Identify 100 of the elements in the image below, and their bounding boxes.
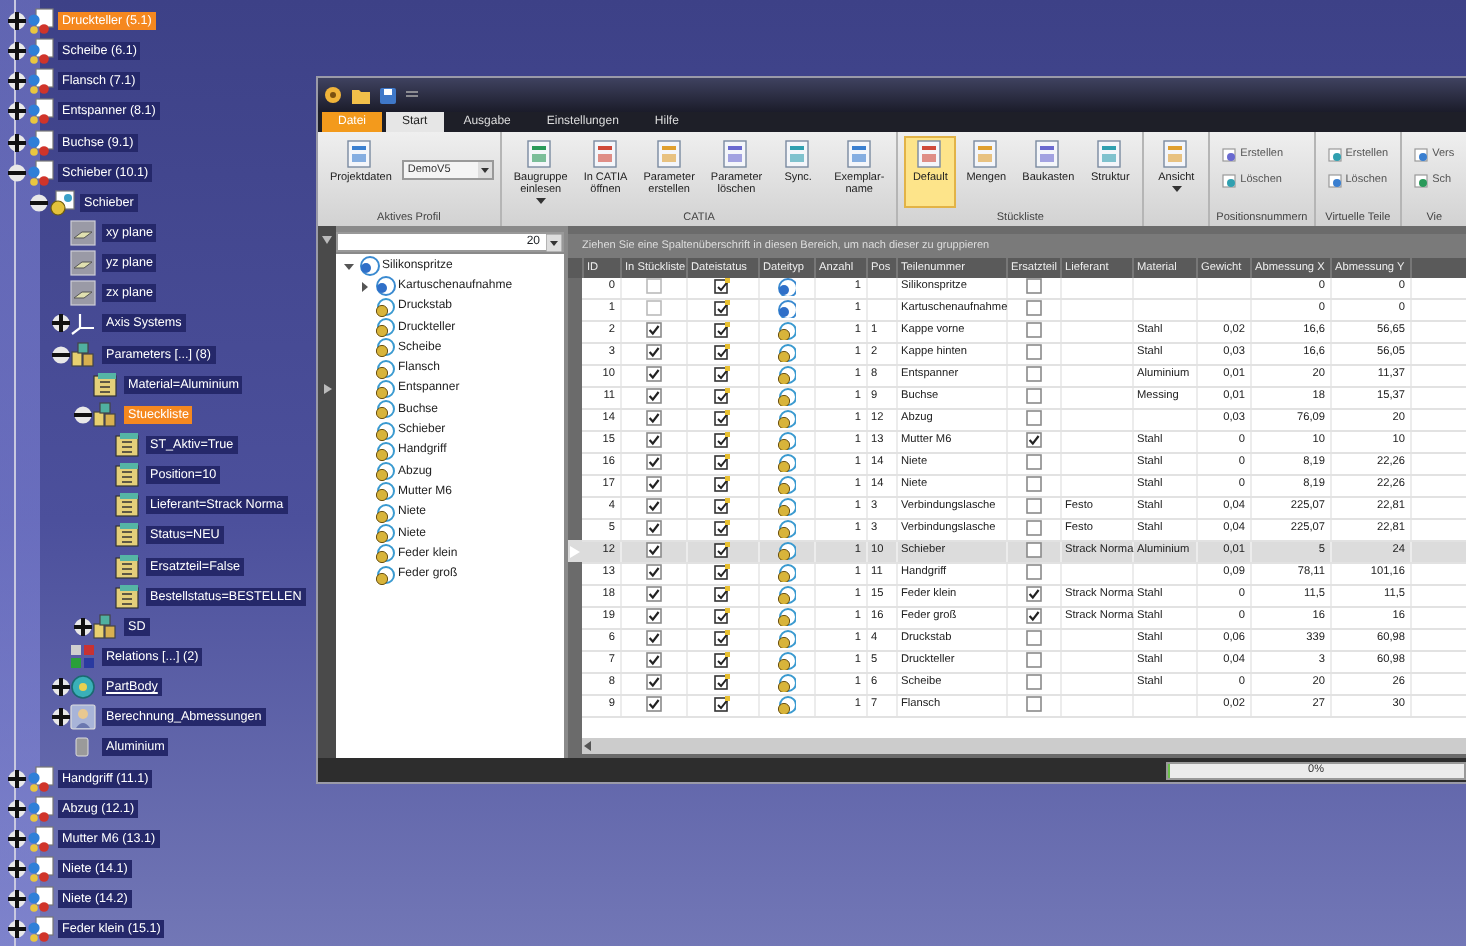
file-status-icon	[714, 432, 730, 449]
checkbox[interactable]	[645, 454, 661, 471]
part-icon	[776, 563, 796, 582]
document-icon	[655, 140, 684, 170]
document-icon	[784, 140, 813, 170]
scroll-left-icon[interactable]	[582, 739, 594, 752]
file-status-icon	[714, 586, 730, 603]
checkbox[interactable]	[1025, 278, 1041, 295]
collapse-icon[interactable]	[7, 163, 25, 182]
checkbox[interactable]	[645, 673, 661, 690]
collapse-icon[interactable]	[29, 193, 47, 212]
expand-icon[interactable]	[73, 617, 91, 636]
checkbox[interactable]	[645, 542, 661, 559]
document-icon	[845, 140, 874, 170]
expand-icon[interactable]	[51, 678, 69, 697]
checkbox[interactable]	[645, 476, 661, 493]
checkbox[interactable]	[1025, 564, 1041, 581]
parameter-icon	[114, 432, 142, 459]
checkbox[interactable]	[1025, 476, 1041, 493]
parameter-icon	[92, 371, 120, 398]
checkbox[interactable]	[645, 651, 661, 668]
checkbox[interactable]	[645, 344, 661, 361]
expand-icon[interactable]	[7, 799, 25, 818]
document-icon	[1096, 140, 1125, 170]
checkbox[interactable]	[1025, 498, 1041, 515]
expand-icon[interactable]	[7, 72, 25, 91]
part-icon	[776, 453, 796, 472]
checkbox[interactable]	[1025, 322, 1041, 339]
checkbox[interactable]	[1025, 300, 1041, 317]
part-icon	[776, 673, 796, 692]
dropdown-arrow-icon[interactable]	[477, 162, 492, 178]
part-icon	[776, 651, 796, 670]
checkbox[interactable]	[1025, 388, 1041, 405]
checkbox[interactable]	[1025, 344, 1041, 361]
checkbox[interactable]	[645, 564, 661, 581]
checkbox[interactable]	[1025, 695, 1041, 712]
assembly-icon	[26, 8, 54, 35]
checkbox[interactable]	[1025, 410, 1041, 427]
expand-icon[interactable]	[7, 890, 25, 909]
part-icon	[776, 409, 796, 428]
assembly-icon	[26, 825, 54, 852]
gear-icon[interactable]	[324, 86, 342, 104]
checkbox[interactable]	[1025, 520, 1041, 537]
checkbox[interactable]	[1025, 366, 1041, 383]
file-status-icon	[714, 564, 730, 581]
part-icon	[374, 441, 396, 462]
collapse-icon[interactable]	[73, 405, 91, 424]
expand-arrow-icon[interactable]	[360, 281, 370, 292]
customize-icon[interactable]	[406, 90, 418, 100]
part-icon	[776, 431, 796, 450]
expand-icon[interactable]	[7, 12, 25, 31]
file-status-icon	[714, 366, 730, 383]
checkbox[interactable]	[645, 278, 661, 295]
save-icon[interactable]	[380, 87, 396, 103]
checkbox[interactable]	[645, 322, 661, 339]
expand-icon[interactable]	[7, 133, 25, 152]
expand-icon[interactable]	[7, 42, 25, 61]
expand-icon[interactable]	[7, 102, 25, 121]
part-icon	[374, 359, 396, 380]
expand-icon[interactable]	[51, 314, 69, 333]
checkbox[interactable]	[645, 520, 661, 537]
expand-icon[interactable]	[7, 860, 25, 878]
checkbox[interactable]	[1025, 608, 1041, 625]
checkbox[interactable]	[645, 608, 661, 625]
checkbox[interactable]	[1025, 542, 1041, 559]
checkbox[interactable]	[645, 630, 661, 646]
part-icon	[374, 421, 396, 442]
collapse-arrow-icon[interactable]	[344, 261, 354, 272]
checkbox[interactable]	[645, 388, 661, 405]
checkbox[interactable]	[645, 366, 661, 383]
checkbox[interactable]	[1025, 651, 1041, 668]
checkbox[interactable]	[645, 300, 661, 317]
assembly-icon	[26, 68, 54, 95]
caret-icon[interactable]	[323, 384, 331, 394]
expand-icon[interactable]	[7, 769, 25, 788]
document-icon	[722, 140, 751, 170]
caret-icon[interactable]	[322, 236, 332, 244]
part-icon	[776, 695, 796, 714]
checkbox[interactable]	[1025, 630, 1041, 646]
document-icon	[346, 140, 375, 170]
checkbox[interactable]	[1025, 432, 1041, 449]
part-icon	[374, 400, 396, 421]
expand-icon[interactable]	[7, 920, 25, 939]
checkbox[interactable]	[645, 586, 661, 603]
dropdown-arrow-icon[interactable]	[546, 233, 562, 251]
checkbox[interactable]	[1025, 454, 1041, 471]
expand-icon[interactable]	[51, 708, 69, 727]
folder-icon[interactable]	[352, 87, 370, 103]
checkbox[interactable]	[645, 410, 661, 427]
part-icon	[776, 365, 796, 384]
checkbox[interactable]	[645, 498, 661, 515]
expand-icon[interactable]	[7, 829, 25, 848]
checkbox[interactable]	[1025, 673, 1041, 690]
checkbox[interactable]	[1025, 586, 1041, 603]
part-icon	[776, 541, 796, 560]
checkbox[interactable]	[645, 695, 661, 712]
assembly-icon	[26, 916, 54, 943]
collapse-icon[interactable]	[51, 345, 69, 364]
assembly-icon	[374, 276, 396, 297]
checkbox[interactable]	[645, 432, 661, 449]
